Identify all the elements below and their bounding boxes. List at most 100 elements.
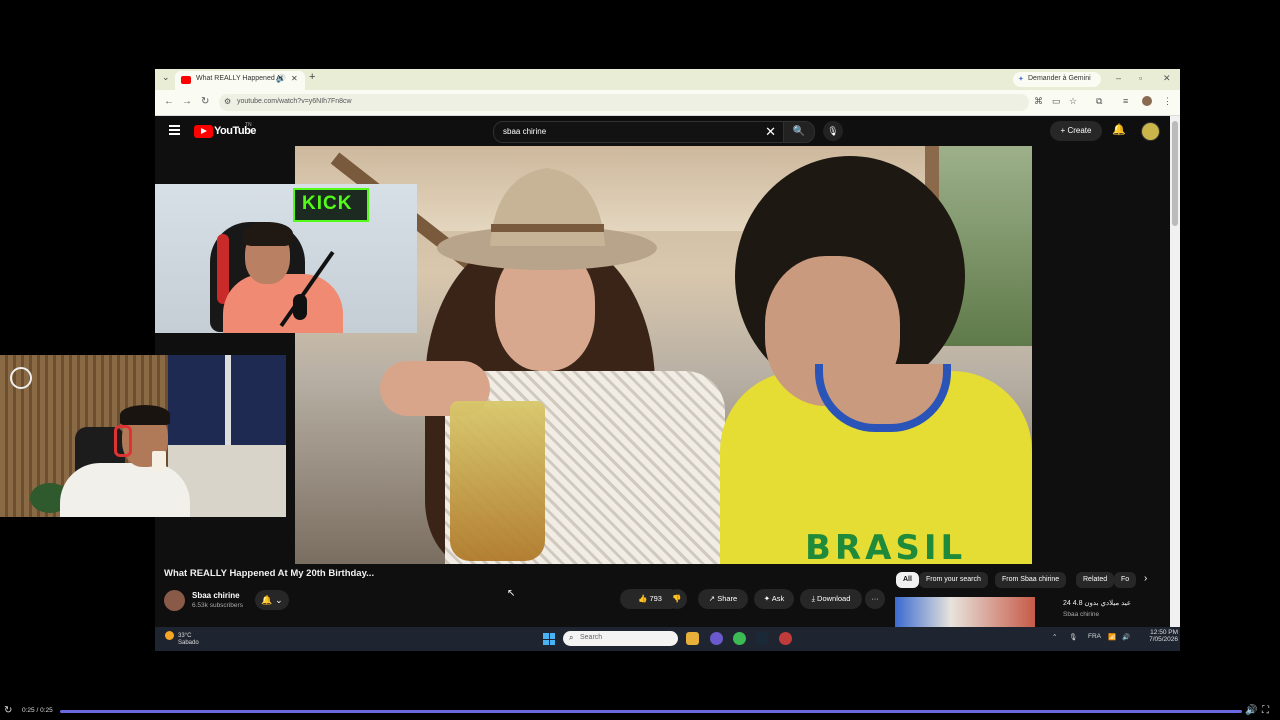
minimize-icon[interactable]: – [1116, 73, 1121, 83]
chip-from-channel[interactable]: From Sbaa chirine [995, 572, 1067, 588]
tab-list-chevron-down-icon[interactable]: ⌄ [162, 72, 170, 83]
gemini-label: Demander à Gemini [1028, 75, 1091, 82]
extensions-icon[interactable]: ⧉ [1096, 96, 1102, 107]
media-icon[interactable]: ≡ [1123, 96, 1128, 106]
recommended-title[interactable]: 24 عيد ميلادي بدون 4.8 [1063, 599, 1131, 607]
maximize-icon[interactable]: ▫ [1139, 73, 1142, 83]
bookmark-star-icon[interactable]: ☆ [1069, 96, 1077, 107]
ask-label: Ask [771, 594, 785, 603]
gemini-icon: ✦ [1018, 76, 1024, 83]
tab-bar: ⌄ What REALLY Happened At 🔊 ✕ + ✦ Demand… [155, 69, 1180, 90]
wall-lamp [10, 367, 32, 389]
speaker-icon[interactable]: 🔊 [276, 74, 286, 83]
profile-avatar[interactable] [1142, 96, 1152, 106]
discord-icon[interactable] [710, 632, 723, 645]
youtube-header: YouTube TN sbaa chirine ✕ 🔍 🎙 + Create 🔔 [155, 116, 1170, 146]
bell-icon[interactable]: 🔔 [1112, 123, 1126, 136]
subscriber-count: 6.53k subscribers [192, 602, 243, 609]
tray-mic-icon[interactable]: 🎙 [1069, 633, 1077, 641]
page-scrollbar[interactable] [1170, 116, 1180, 627]
playback-time: 0:25 / 0:25 [22, 707, 53, 714]
fullscreen-icon[interactable]: ⛶ [1262, 705, 1269, 716]
youtube-favicon-icon [181, 76, 191, 84]
create-label: Create [1067, 126, 1092, 135]
tab-close-icon[interactable]: ✕ [291, 74, 298, 83]
url-text: youtube.com/watch?v=y6NIh7Fn8cw [237, 98, 352, 105]
chip-all[interactable]: All [896, 572, 919, 588]
streamer-hair [243, 222, 293, 246]
wifi-icon[interactable]: 📶 [1108, 633, 1116, 641]
person-hair [120, 405, 170, 425]
playback-progress[interactable] [60, 710, 1242, 713]
chip-related[interactable]: Related [1076, 572, 1115, 588]
search-input[interactable]: sbaa chirine ✕ [493, 121, 785, 143]
recommended-channel: Sbaa chirine [1063, 611, 1100, 618]
youtube-country-code: TN [245, 122, 252, 128]
volume-icon[interactable]: 🔊 [1245, 705, 1257, 716]
chips-next-icon[interactable]: › [1144, 573, 1147, 584]
search-button-icon[interactable]: 🔍 [783, 121, 815, 143]
mic-icon[interactable]: 🎙 [823, 121, 843, 141]
browser-menu-icon[interactable]: ⋮ [1163, 96, 1172, 107]
site-settings-icon[interactable]: ⚙ [224, 97, 231, 106]
clock-time: 12:50 PM [1150, 629, 1178, 636]
like-count: 793 [649, 594, 662, 603]
cast-icon[interactable]: ▭ [1052, 96, 1061, 107]
account-avatar[interactable] [1141, 122, 1160, 141]
replay-icon[interactable]: ↻ [4, 705, 12, 716]
weather-widget[interactable]: 33°C Sabado [165, 631, 199, 646]
taskbar-search[interactable]: ⌕ Search [563, 631, 678, 646]
channel-avatar[interactable] [164, 590, 185, 611]
forward-icon[interactable]: → [182, 96, 192, 107]
weather-temp: 33°C [178, 633, 192, 640]
search-query: sbaa chirine [503, 127, 547, 136]
dislike-icon[interactable]: 👎 [667, 589, 687, 609]
weather-sun-icon [165, 631, 174, 640]
app-icon[interactable] [779, 632, 792, 645]
windows-icon[interactable] [543, 633, 555, 645]
menu-icon[interactable] [169, 125, 180, 137]
back-icon[interactable]: ← [164, 96, 174, 107]
chip-from-search[interactable]: From your search [919, 572, 988, 588]
video-hat [437, 168, 657, 270]
video-cup [450, 401, 545, 561]
mouse-cursor-icon: ↖ [507, 588, 516, 599]
volume-tray-icon[interactable]: 🔊 [1122, 633, 1130, 641]
steam-icon[interactable] [755, 632, 768, 645]
windows-taskbar: 33°C Sabado ⌕ Search ⌃ 🎙 FRA 📶 🔊 12:50 P… [155, 627, 1180, 651]
file-explorer-icon[interactable] [686, 632, 699, 645]
window-close-icon[interactable]: ✕ [1163, 73, 1171, 84]
new-tab-button[interactable]: + [309, 71, 315, 83]
share-icon: ↗ [708, 594, 716, 603]
reload-icon[interactable]: ↻ [201, 96, 209, 107]
gemini-button[interactable]: ✦ Demander à Gemini [1013, 72, 1101, 87]
chrome-icon[interactable] [733, 632, 746, 645]
tray-chevron-icon[interactable]: ⌃ [1052, 633, 1057, 641]
clock[interactable]: 12:50 PM 7/05/2026 [1140, 629, 1178, 643]
clear-search-icon[interactable]: ✕ [765, 124, 776, 140]
video-info: What REALLY Happened At My 20th Birthday… [155, 564, 1170, 627]
recommended-thumbnail[interactable] [895, 597, 1035, 627]
browser-window: ⌄ What REALLY Happened At 🔊 ✕ + ✦ Demand… [155, 69, 1180, 651]
create-button[interactable]: + Create [1050, 121, 1102, 141]
drinking-cup [152, 451, 166, 471]
ask-button[interactable]: ✦ Ask [754, 589, 794, 609]
share-button[interactable]: ↗ Share [698, 589, 748, 609]
subscription-bell-button[interactable]: 🔔 ⌄ [255, 590, 289, 610]
language-indicator[interactable]: FRA [1088, 633, 1101, 640]
clock-date: 7/05/2026 [1149, 636, 1178, 643]
ask-icon: ✦ [763, 594, 771, 603]
more-actions-button[interactable]: ··· [865, 589, 885, 609]
channel-name[interactable]: Sbaa chirine [192, 591, 240, 600]
window-frame [225, 355, 231, 445]
youtube-logo-icon[interactable] [194, 125, 213, 138]
omnibox[interactable]: ⚙ youtube.com/watch?v=y6NIh7Fn8cw [219, 94, 1029, 111]
tab-youtube[interactable]: What REALLY Happened At 🔊 ✕ [175, 71, 305, 90]
taskbar-search-label: Search [580, 634, 603, 641]
download-label: Download [817, 594, 851, 603]
download-button[interactable]: ⤓ Download [800, 589, 862, 609]
share-label: Share [717, 594, 738, 603]
translate-icon[interactable]: ⌘ [1034, 96, 1043, 107]
chip-more[interactable]: Fo [1114, 572, 1137, 588]
webcam-overlay-top: KICK [155, 184, 417, 333]
